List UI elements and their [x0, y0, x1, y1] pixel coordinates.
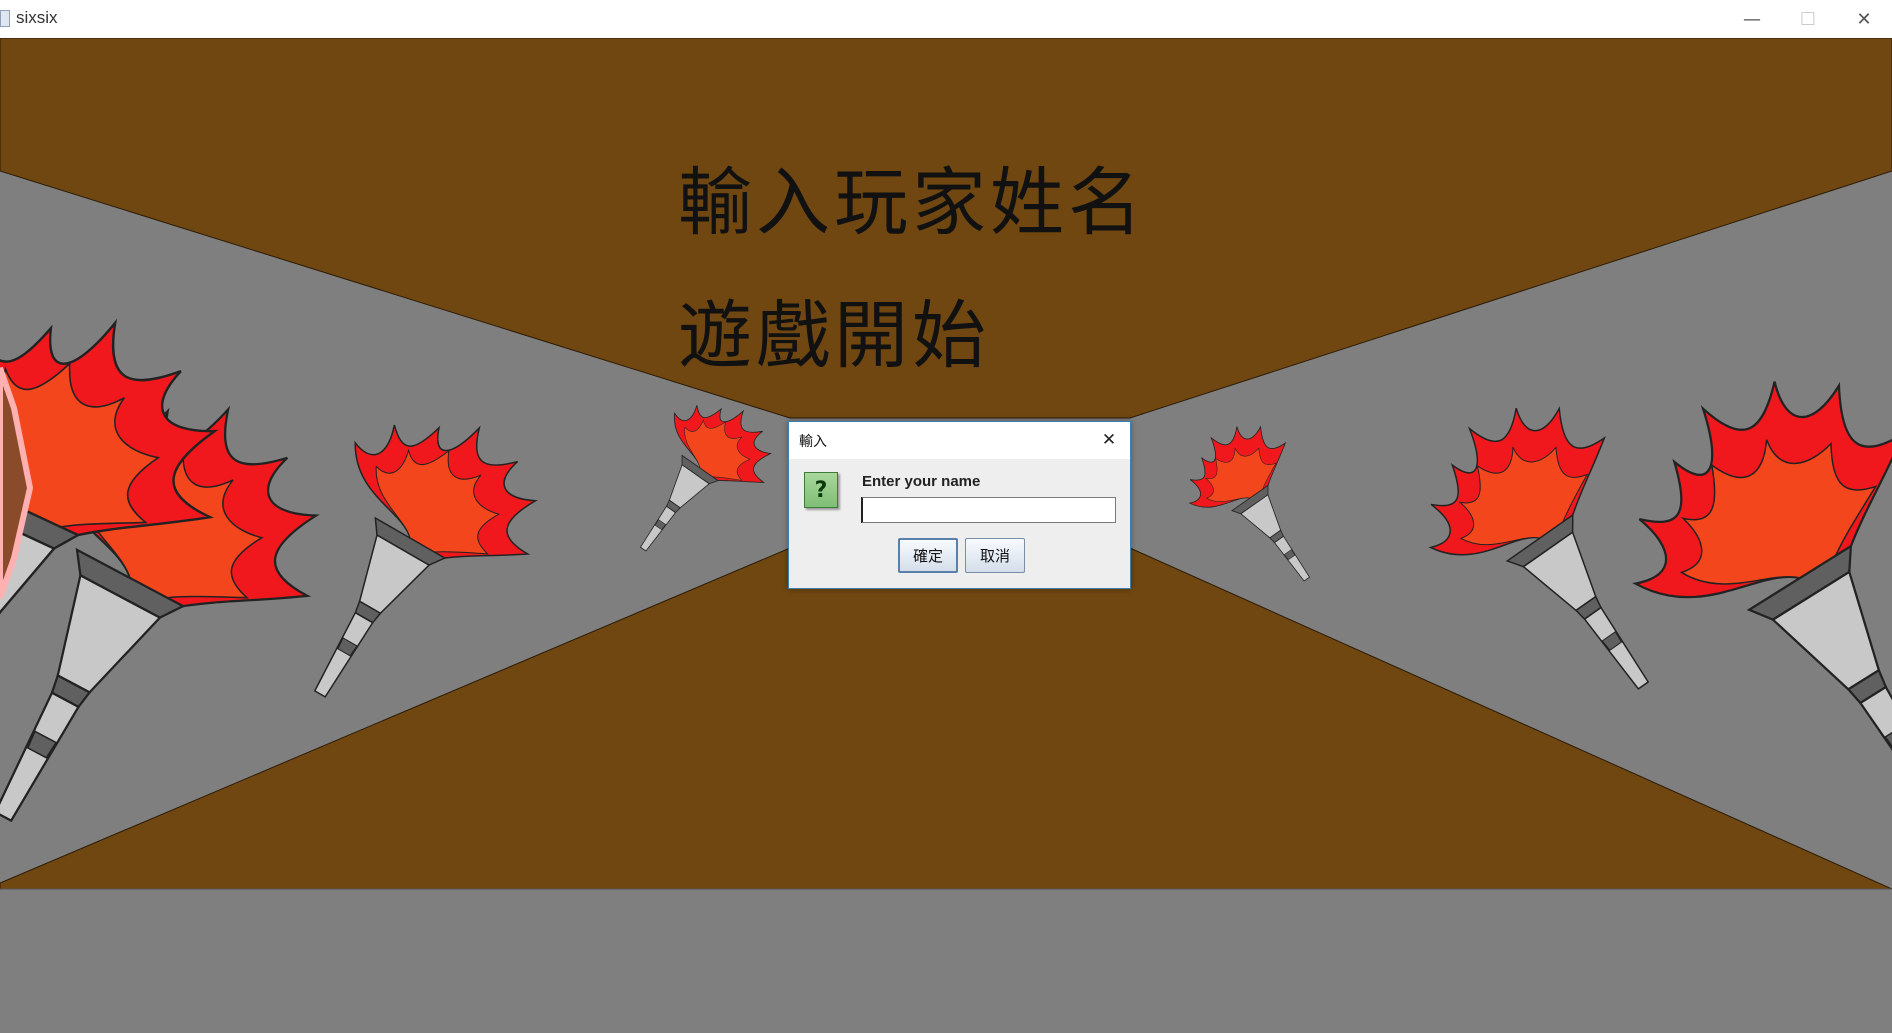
heading-game-start: 遊戲開始: [678, 293, 990, 379]
question-icon: ?: [804, 472, 838, 508]
app-icon: [0, 10, 10, 27]
maximize-button[interactable]: ☐: [1780, 0, 1836, 38]
dialog-close-icon[interactable]: ✕: [1096, 427, 1122, 453]
ok-button[interactable]: 確定: [898, 538, 958, 573]
input-dialog: 輸入 ✕ ? Enter your name 確定 取消: [788, 421, 1131, 589]
name-input[interactable]: [861, 497, 1116, 523]
dialog-prompt: Enter your name: [862, 473, 981, 490]
minimize-button[interactable]: —: [1724, 0, 1780, 38]
window-titlebar: sixsix — ☐ ✕: [0, 0, 1892, 39]
cancel-button[interactable]: 取消: [965, 538, 1025, 573]
window-title: sixsix: [16, 8, 58, 27]
close-button[interactable]: ✕: [1836, 0, 1892, 38]
dialog-title: 輸入: [799, 434, 827, 450]
dialog-titlebar: 輸入 ✕: [789, 422, 1130, 459]
heading-enter-name: 輸入玩家姓名: [678, 160, 1146, 246]
